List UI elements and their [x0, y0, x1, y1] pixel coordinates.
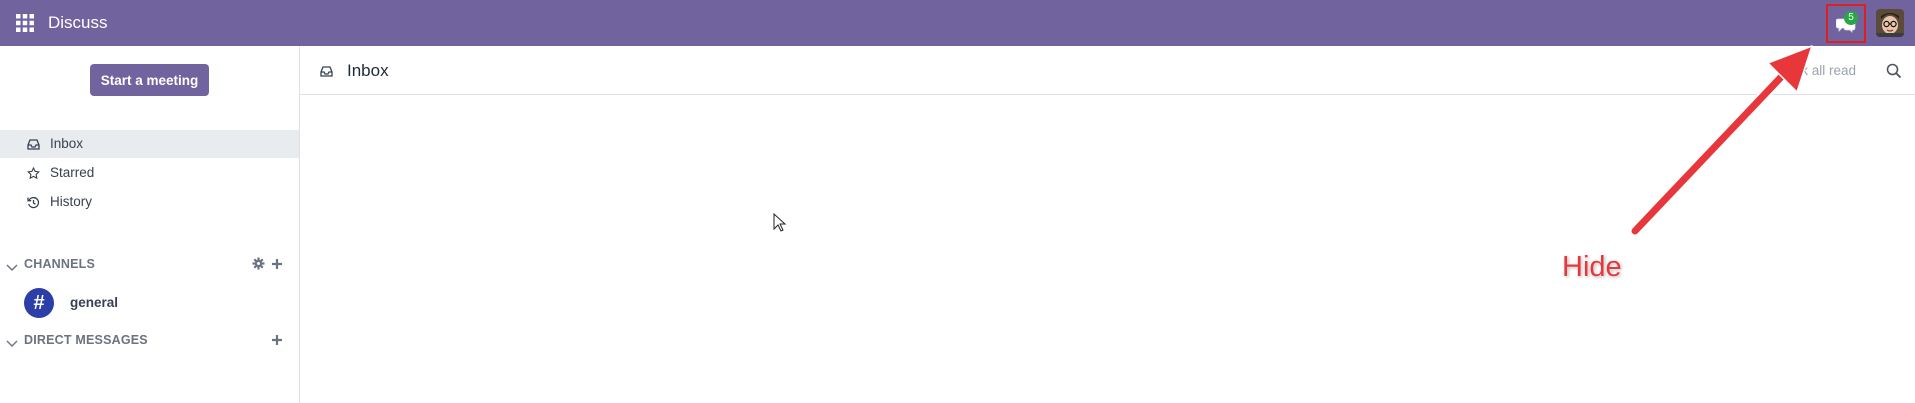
direct-messages-title[interactable]: DIRECT MESSAGES [24, 333, 148, 347]
unread-count-badge: 5 [1844, 11, 1858, 25]
start-meeting-button[interactable]: Start a meeting [90, 64, 209, 96]
inbox-icon [320, 65, 333, 83]
channel-hash-avatar: # [24, 288, 54, 318]
gear-icon[interactable] [252, 257, 265, 275]
thread-content-area [300, 96, 1915, 403]
top-navbar: Discuss 5 [0, 0, 1915, 46]
sidebar-item-label: Starred [50, 165, 95, 180]
mark-all-read-button[interactable]: Mark all read [1778, 63, 1856, 78]
add-direct-message-plus-icon[interactable] [271, 333, 283, 351]
add-channel-plus-icon[interactable] [271, 257, 283, 275]
mouse-pointer-icon [773, 212, 787, 238]
sidebar-item-inbox[interactable]: Inbox [0, 130, 299, 158]
chevron-down-icon[interactable] [6, 335, 18, 353]
inbox-icon [27, 138, 40, 151]
messaging-menu-button[interactable]: 5 [1826, 4, 1866, 43]
sidebar-item-label: History [50, 194, 93, 209]
annotation-label: Hide [1562, 251, 1622, 283]
channels-section-header: CHANNELS [0, 252, 299, 276]
user-avatar[interactable] [1876, 9, 1904, 37]
channels-title[interactable]: CHANNELS [24, 257, 95, 271]
channel-item-general[interactable]: # general [0, 284, 299, 320]
sidebar-item-label: Inbox [50, 136, 84, 151]
page-title: Inbox [347, 61, 389, 80]
search-icon[interactable] [1886, 63, 1902, 84]
app-menu-grid-icon[interactable] [16, 14, 36, 32]
direct-messages-section-header: DIRECT MESSAGES [0, 328, 299, 352]
history-icon [27, 196, 40, 209]
sidebar-item-starred[interactable]: Starred [0, 159, 299, 187]
discuss-sidebar: Start a meeting Inbox Starred History CH… [0, 46, 300, 403]
channel-name: general [70, 295, 119, 310]
app-title[interactable]: Discuss [48, 13, 108, 33]
thread-header: Inbox Mark all read [300, 46, 1915, 95]
chevron-down-icon[interactable] [6, 259, 18, 277]
star-icon [26, 166, 41, 180]
sidebar-item-history[interactable]: History [0, 188, 299, 216]
